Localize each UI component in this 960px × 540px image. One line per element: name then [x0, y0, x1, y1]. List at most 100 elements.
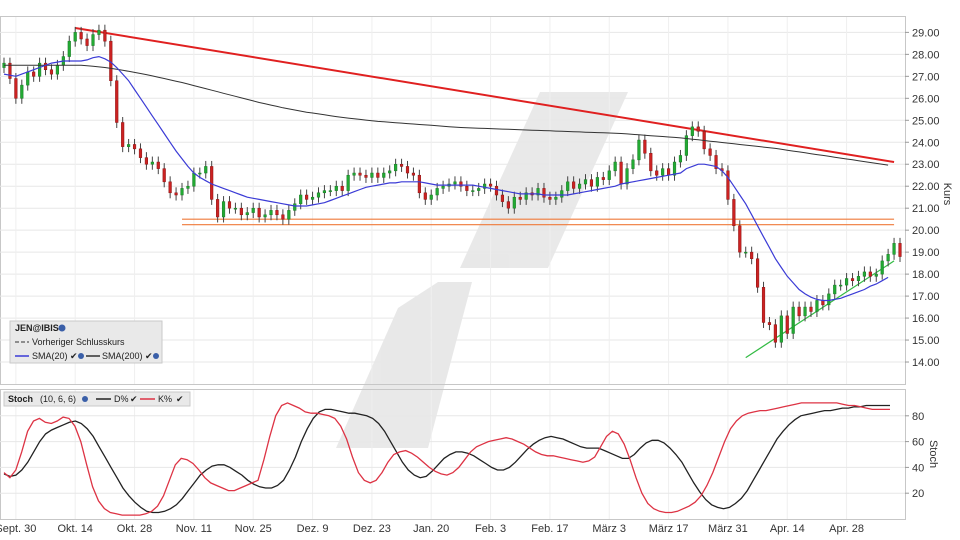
stoch-line-d	[3, 404, 890, 514]
price-tick-label: 17.00	[912, 291, 940, 303]
x-tick-label: Dez. 9	[297, 523, 329, 535]
candle-body	[138, 148, 143, 158]
candle-body	[488, 183, 493, 187]
price-tick-label: 14.00	[912, 357, 940, 369]
candle-body	[785, 315, 789, 334]
candle-body	[880, 260, 884, 275]
candle	[305, 189, 309, 205]
watermark-logo	[336, 92, 628, 448]
candle	[204, 160, 208, 179]
candle-body	[340, 185, 344, 191]
globe-icon[interactable]	[78, 353, 84, 359]
candle-body	[263, 214, 267, 218]
candle-body	[73, 32, 77, 42]
candle	[310, 191, 315, 205]
candle	[150, 156, 154, 170]
candle-body	[868, 271, 872, 277]
price-tick-label: 19.00	[912, 247, 940, 259]
candle	[483, 178, 487, 194]
candle-body	[67, 40, 71, 57]
candle	[144, 152, 148, 170]
candle	[696, 121, 700, 137]
candle	[655, 165, 659, 181]
candle-body	[328, 190, 332, 192]
candle-body	[542, 188, 546, 198]
candle	[115, 75, 119, 128]
price-tick-label: 22.00	[912, 181, 940, 193]
stoch-line-k	[3, 402, 890, 516]
candle-body	[471, 190, 475, 192]
candle-body	[667, 168, 671, 176]
sma200-line	[4, 64, 889, 166]
candle	[601, 171, 605, 186]
candle-body	[382, 172, 386, 178]
candle	[293, 198, 297, 216]
candle-body	[583, 179, 588, 185]
candle-body	[856, 276, 861, 281]
candle-body	[809, 306, 813, 312]
price-tick-label: 18.00	[912, 269, 940, 281]
candle-body	[862, 271, 866, 277]
legend-sma20: SMA(20)	[32, 351, 68, 361]
candle-body	[405, 166, 410, 174]
candle-body	[518, 196, 522, 200]
candle-body	[376, 172, 380, 178]
candle-body	[245, 212, 249, 216]
candle-body	[239, 207, 243, 216]
candle-body	[465, 185, 469, 191]
stoch-tick-label: 20	[912, 488, 924, 500]
candle	[382, 167, 386, 183]
price-tick-label: 26.00	[912, 93, 940, 105]
x-tick-label: Nov. 11	[176, 523, 212, 535]
candle-body	[560, 190, 564, 198]
candle	[352, 167, 356, 181]
candle	[132, 138, 137, 155]
globe-icon[interactable]	[153, 353, 159, 359]
candle-body	[566, 181, 570, 191]
candle-body	[744, 251, 748, 254]
candle	[216, 193, 220, 223]
candle-body	[399, 163, 404, 167]
globe-icon[interactable]	[82, 396, 88, 402]
stoch-legend: Stoch (10, 6, 6) D% ✔ K% ✔	[3, 391, 191, 407]
candle-body	[797, 306, 801, 317]
candle-body	[506, 201, 510, 209]
candle-body	[334, 185, 338, 191]
candle-body	[394, 163, 398, 172]
candle	[744, 246, 748, 258]
candle-body	[287, 210, 291, 220]
candle-body	[91, 34, 95, 46]
globe-icon[interactable]	[58, 324, 66, 332]
candle-body	[874, 273, 878, 277]
candle	[613, 156, 617, 177]
price-y-label: Kurs	[941, 183, 953, 206]
x-tick-label: März 3	[592, 523, 626, 535]
candle-body	[815, 300, 819, 312]
candle-body	[299, 194, 303, 205]
candle	[874, 268, 878, 282]
candle	[180, 182, 184, 201]
candle	[251, 202, 255, 219]
candle	[429, 189, 433, 205]
candle	[346, 169, 350, 197]
candle-body	[572, 181, 576, 189]
candle	[488, 178, 493, 192]
candle-body	[886, 254, 890, 262]
stoch-params: (10, 6, 6)	[40, 394, 76, 404]
candle	[708, 143, 712, 161]
candle-body	[548, 196, 552, 200]
candle	[8, 57, 12, 85]
candle	[263, 209, 267, 223]
candle	[589, 174, 594, 192]
candle	[233, 202, 237, 214]
x-tick-label: Feb. 3	[475, 523, 506, 535]
legend-prev-close: Vorheriger Schlusskurs	[32, 337, 125, 347]
candle	[441, 180, 445, 194]
candle	[738, 220, 742, 258]
price-tick-label: 23.00	[912, 159, 940, 171]
candle-body	[49, 69, 54, 75]
candle	[631, 154, 635, 175]
candle	[815, 294, 819, 317]
candle	[791, 301, 795, 339]
candle-body	[512, 196, 516, 209]
